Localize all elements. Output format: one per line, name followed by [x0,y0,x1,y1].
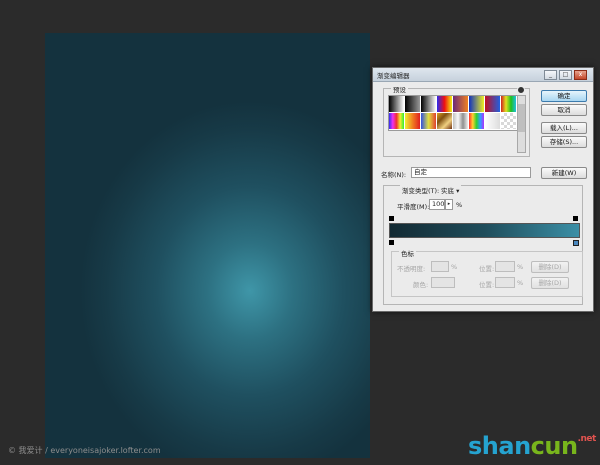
preset-swatch[interactable] [469,113,485,130]
document-canvas[interactable] [45,33,370,458]
preset-swatch[interactable] [405,113,421,130]
gradient-editor-dialog: 渐变编辑器 _ □ x 预设 确定 取消 载入(L)... 存储(S)... 名… [372,67,594,312]
stops-legend: 色标 [399,248,416,258]
cancel-button[interactable]: 取消 [541,104,587,116]
name-label: 名称(N): [381,171,407,179]
gear-icon[interactable] [517,86,525,94]
preset-swatch[interactable] [453,113,469,130]
opacity-stop-left[interactable] [389,216,394,221]
color-stop-left[interactable] [389,240,394,245]
color-location-input[interactable] [495,277,515,288]
color-stops-group [391,251,583,297]
color-stop-right[interactable] [573,240,579,246]
chevron-down-icon: ▾ [456,187,460,195]
scrollbar-thumb[interactable] [518,104,525,132]
preset-swatch[interactable] [389,113,405,130]
presets-swatch-grid [388,95,518,131]
preset-swatch[interactable] [453,96,469,113]
opacity-stop-right[interactable] [573,216,578,221]
preset-swatch[interactable] [501,113,517,130]
name-input[interactable]: 自定 [411,167,531,178]
smoothness-label: 平滑度(M): [397,203,430,211]
color-location-unit: % [517,279,524,287]
presets-legend: 预设 [391,84,408,94]
preset-swatch[interactable] [485,96,501,113]
opacity-location-input[interactable] [495,261,515,272]
smoothness-input[interactable]: 100 [429,199,445,210]
logo-part-2: cun [530,432,578,460]
preset-swatch[interactable] [421,113,437,130]
save-button[interactable]: 存储(S)... [541,136,587,148]
preset-swatch[interactable] [389,96,405,113]
gradient-type-label: 渐变类型(T): [400,185,442,195]
opacity-input[interactable] [431,261,449,272]
minimize-button[interactable]: _ [544,70,557,80]
opacity-location-unit: % [517,263,524,271]
preset-swatch[interactable] [485,113,501,130]
color-swatch[interactable] [431,277,455,288]
logo-part-1: shan [468,432,531,460]
smoothness-unit: % [456,201,463,209]
title-bar[interactable]: 渐变编辑器 _ □ x [373,68,593,82]
color-label: 颜色: [413,281,429,289]
preset-swatch[interactable] [421,96,437,113]
opacity-delete-button[interactable]: 删除(D) [531,261,569,273]
watermark-text: © 我爱计 / everyoneisajoker.lofter.com [8,446,161,455]
load-button[interactable]: 载入(L)... [541,122,587,134]
preset-swatch[interactable] [437,96,453,113]
gradient-type-select[interactable]: 实底 ▾ [439,185,462,195]
gradient-bar[interactable] [389,223,580,238]
preset-swatch[interactable] [437,113,453,130]
site-logo: shancun.net [468,432,596,460]
ok-button[interactable]: 确定 [541,90,587,102]
preset-swatch[interactable] [469,96,485,113]
logo-net: .net [577,434,597,444]
close-button[interactable]: x [574,70,587,80]
opacity-unit: % [451,263,458,271]
opacity-location-label: 位置: [479,265,495,273]
dialog-title: 渐变编辑器 [377,72,410,80]
presets-scrollbar[interactable] [517,95,526,153]
new-button[interactable]: 新建(W) [541,167,587,179]
opacity-label: 不透明度: [397,265,426,273]
preset-swatch[interactable] [405,96,421,113]
smoothness-arrow-icon[interactable]: ▸ [445,199,453,210]
maximize-button[interactable]: □ [559,70,572,80]
color-delete-button[interactable]: 删除(D) [531,277,569,289]
color-location-label: 位置: [479,281,495,289]
preset-swatch[interactable] [501,96,517,113]
gradient-type-value: 实底 [441,187,454,195]
